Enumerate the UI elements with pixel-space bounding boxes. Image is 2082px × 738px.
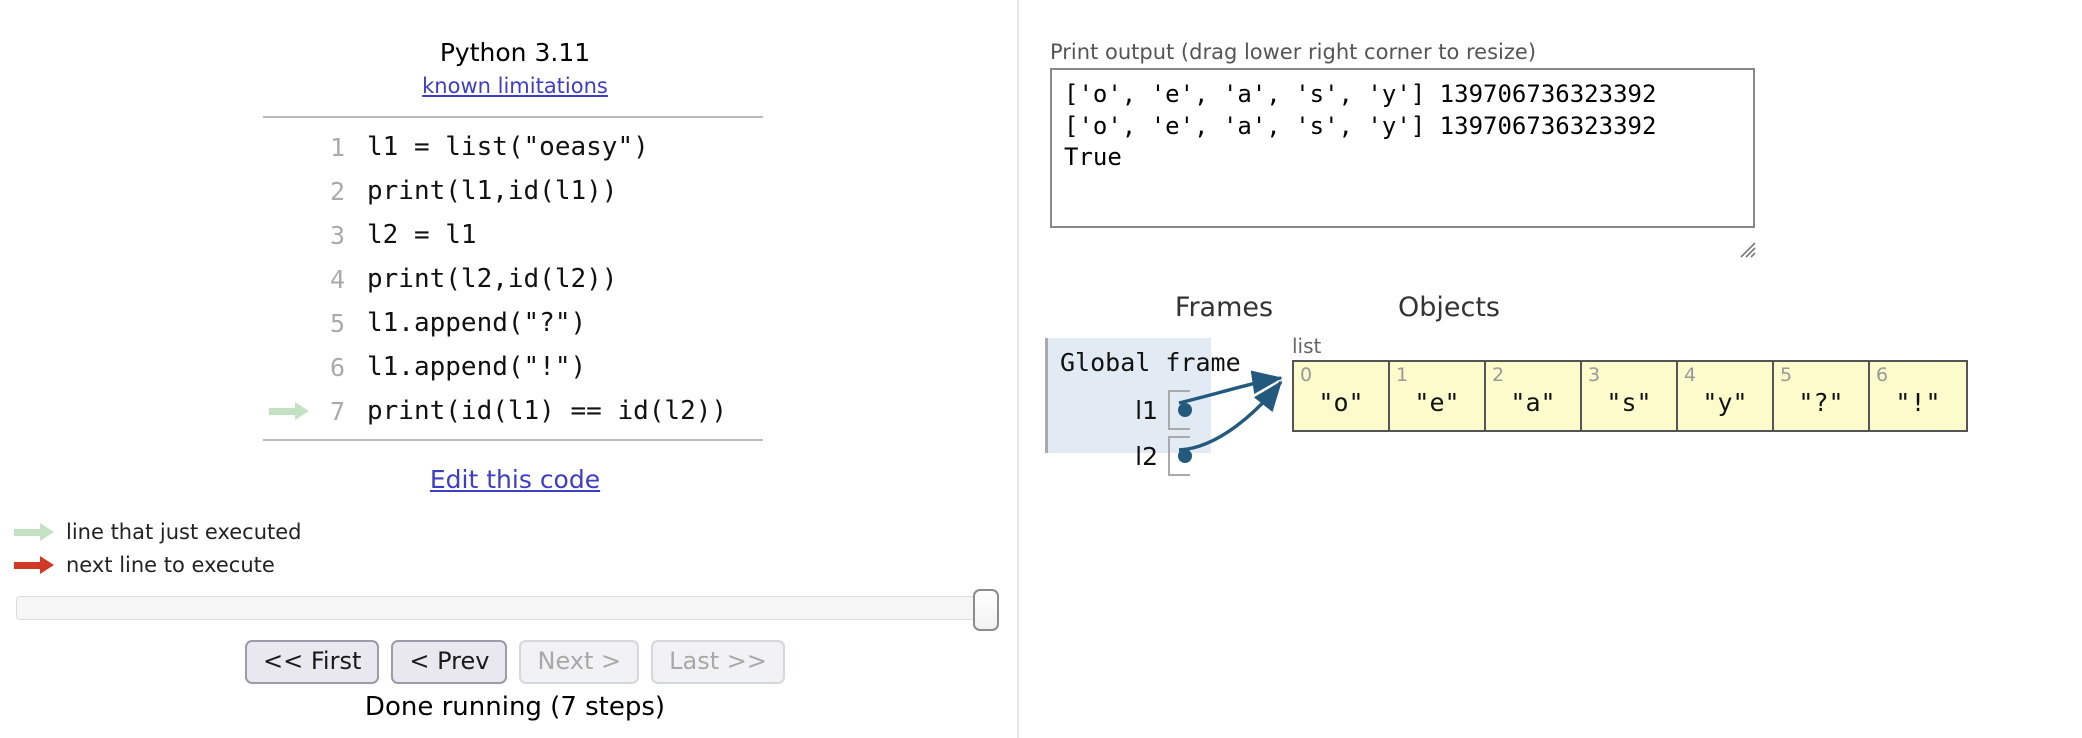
list-cell-index: 6 xyxy=(1876,364,1889,386)
code-block: 1 l1 = list("oeasy") 2 print(l1,id(l1)) 3 l2 … xyxy=(263,116,763,441)
list-cell-value: "o" xyxy=(1318,388,1364,417)
list-cell-value: "y" xyxy=(1702,388,1748,417)
execution-legend: line that just executed next line to exec… xyxy=(14,515,301,581)
nav-button-prev[interactable]: < Prev xyxy=(391,640,508,685)
list-cells: 0 "o" 1 "e" 2 "a" 3 "s" 4 "y" 5 "?" 6 "!" xyxy=(1292,360,1968,432)
list-cell: 0 "o" xyxy=(1294,362,1390,430)
code-line-text: l1.append("!") xyxy=(367,352,587,382)
list-cell: 5 "?" xyxy=(1774,362,1870,430)
visualization-pane: Print output (drag lower right corner to… xyxy=(1019,0,2082,738)
legend-label: next line to execute xyxy=(66,552,275,577)
code-line-text: l1 = list("oeasy") xyxy=(367,132,649,162)
navigation-buttons: << First < Prev Next > Last >> xyxy=(0,640,1030,685)
known-limitations-container: known limitations xyxy=(0,74,1030,98)
code-line-text: print(l1,id(l1)) xyxy=(367,176,618,206)
variable-row-l1: l1 xyxy=(1058,390,1202,430)
legend-row: next line to execute xyxy=(14,548,301,581)
list-cell: 1 "e" xyxy=(1390,362,1486,430)
list-cell-index: 5 xyxy=(1780,364,1793,386)
list-cell: 2 "a" xyxy=(1486,362,1582,430)
nav-button-last: Last >> xyxy=(651,640,785,685)
pointer-dot-icon xyxy=(1178,403,1192,417)
code-line[interactable]: 5 l1.append("?") xyxy=(263,301,763,345)
objects-heading: Objects xyxy=(1397,292,1500,323)
frames-heading: Frames xyxy=(1174,292,1274,323)
code-line[interactable]: 1 l1 = list("oeasy") xyxy=(263,125,763,169)
code-line-number: 7 xyxy=(329,396,345,426)
list-cell: 3 "s" xyxy=(1582,362,1678,430)
nav-button-first[interactable]: << First xyxy=(245,640,380,685)
list-cell-value: "?" xyxy=(1798,388,1844,417)
global-frame-title: Global frame xyxy=(1060,348,1241,377)
list-cell-value: "s" xyxy=(1606,388,1652,417)
list-cell-index: 4 xyxy=(1684,364,1697,386)
just-executed-arrow-icon xyxy=(269,402,309,420)
code-line-number: 6 xyxy=(329,352,345,382)
python-version-label: Python 3.11 xyxy=(439,38,591,67)
code-line[interactable]: 4 print(l2,id(l2)) xyxy=(263,257,763,301)
code-line-text: print(l2,id(l2)) xyxy=(367,264,618,294)
list-cell-value: "e" xyxy=(1414,388,1460,417)
list-cell-value: "a" xyxy=(1510,388,1556,417)
code-line-text: l1.append("?") xyxy=(367,308,587,338)
legend-row: line that just executed xyxy=(14,515,301,548)
variable-name: l2 xyxy=(1135,441,1158,471)
legend-label: line that just executed xyxy=(66,519,302,544)
run-status-label: Done running (7 steps) xyxy=(364,692,666,722)
code-line-number: 3 xyxy=(329,220,345,250)
code-line[interactable]: 7 print(id(l1) == id(l2)) xyxy=(263,389,763,433)
list-cell: 6 "!" xyxy=(1870,362,1966,430)
resize-grip-icon[interactable] xyxy=(1738,240,1756,258)
list-cell-index: 2 xyxy=(1492,364,1505,386)
known-limitations-link[interactable]: known limitations xyxy=(422,74,608,98)
list-cell: 4 "y" xyxy=(1678,362,1774,430)
code-line-text: print(id(l1) == id(l2)) xyxy=(367,396,728,426)
list-cell-value: "!" xyxy=(1895,388,1941,417)
print-output-label: Print output (drag lower right corner to… xyxy=(1050,40,1537,64)
step-slider[interactable] xyxy=(16,589,999,631)
code-line-number: 5 xyxy=(329,308,345,338)
code-line[interactable]: 6 l1.append("!") xyxy=(263,345,763,389)
list-cell-index: 1 xyxy=(1396,364,1409,386)
code-line-number: 1 xyxy=(329,132,345,162)
code-line[interactable]: 2 print(l1,id(l1)) xyxy=(263,169,763,213)
code-line-number: 4 xyxy=(329,264,345,294)
code-line-text: l2 = l1 xyxy=(367,220,477,250)
nav-button-next: Next > xyxy=(519,640,640,685)
edit-code-container: Edit this code xyxy=(0,465,1030,494)
edit-this-code-link[interactable]: Edit this code xyxy=(430,465,600,494)
code-line-arrow-cell xyxy=(263,402,315,420)
step-slider-handle[interactable] xyxy=(973,589,999,631)
code-pane: Python 3.11 known limitations 1 l1 = list… xyxy=(0,0,1017,738)
pointer-dot-icon xyxy=(1178,449,1192,463)
list-cell-index: 3 xyxy=(1588,364,1601,386)
variable-pointer-slot xyxy=(1168,390,1202,430)
variable-pointer-slot xyxy=(1168,436,1202,476)
next-line-arrow-icon xyxy=(14,555,54,574)
print-output-box: ['o', 'e', 'a', 's', 'y'] 13970673632339… xyxy=(1050,68,1755,228)
list-type-label: list xyxy=(1292,334,1322,358)
global-frame: Global frame l1 l2 xyxy=(1045,338,1241,476)
just-executed-arrow-icon xyxy=(14,522,54,541)
code-line[interactable]: 3 l2 = l1 xyxy=(263,213,763,257)
variable-name: l1 xyxy=(1135,395,1158,425)
list-cell-index: 0 xyxy=(1300,364,1313,386)
variable-row-l2: l2 xyxy=(1058,436,1202,476)
code-line-number: 2 xyxy=(329,176,345,206)
list-object: list 0 "o" 1 "e" 2 "a" 3 "s" 4 "y" 5 "?" 6 "!" xyxy=(1292,334,1968,432)
